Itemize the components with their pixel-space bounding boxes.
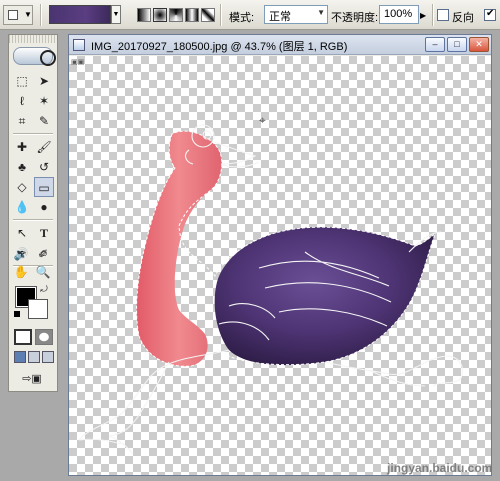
history-brush-icon[interactable]: ↺: [34, 157, 54, 177]
angle-gradient-button[interactable]: [169, 8, 183, 22]
default-colors-icon[interactable]: [14, 311, 20, 317]
notes-icon[interactable]: 🔊: [11, 244, 31, 264]
gradient-tool-icon: [8, 10, 18, 20]
radial-gradient-button[interactable]: [153, 8, 167, 22]
cursor-icon: ⌖: [259, 113, 266, 127]
slice-icon[interactable]: ✎: [34, 111, 54, 131]
ostrich-artwork: [78, 124, 464, 455]
jump-to-imageready-icon[interactable]: ⇨▣: [14, 369, 50, 389]
lasso-icon[interactable]: ℓ: [12, 91, 32, 111]
eraser-icon[interactable]: ◇: [12, 177, 32, 197]
healing-brush-icon[interactable]: ✚: [12, 137, 32, 157]
maximize-button[interactable]: □: [447, 37, 467, 52]
standard-screen-button[interactable]: [14, 351, 26, 363]
blend-mode-select[interactable]: 正常 ▼: [264, 5, 328, 24]
gradient-picker-dropdown[interactable]: ▼: [111, 5, 121, 24]
background-color[interactable]: [28, 299, 48, 319]
separator: [220, 4, 222, 26]
type-icon[interactable]: T: [34, 223, 54, 243]
reverse-checkbox[interactable]: [437, 9, 449, 21]
move-icon[interactable]: ➤: [34, 71, 54, 91]
chevron-down-icon: ▼: [24, 10, 32, 19]
full-screen-menu-button[interactable]: [28, 351, 40, 363]
reflected-gradient-button[interactable]: [185, 8, 199, 22]
chevron-down-icon: ▼: [317, 8, 325, 17]
minimize-button[interactable]: –: [425, 37, 445, 52]
zoom-icon[interactable]: 🔍: [33, 262, 53, 282]
quick-mask-button[interactable]: [35, 329, 53, 345]
separator: [432, 4, 434, 26]
opacity-arrow-icon[interactable]: ▶: [420, 11, 426, 20]
opacity-label: 不透明度:: [331, 12, 379, 24]
clone-stamp-icon[interactable]: ♣: [12, 157, 32, 177]
dodge-icon[interactable]: ●: [34, 197, 54, 217]
separator: [40, 4, 42, 26]
canvas[interactable]: ▣▣ ⌖ jingyan.baidu.com: [69, 56, 491, 475]
watermark-text: jingyan.baidu.com: [387, 461, 491, 475]
linear-gradient-button[interactable]: [137, 8, 151, 22]
gradient-preview[interactable]: [49, 5, 111, 24]
document-title: IMG_20170927_180500.jpg @ 43.7% (图层 1, R…: [91, 41, 348, 53]
marquee-icon[interactable]: ⬚: [12, 71, 32, 91]
gradient-icon[interactable]: ▭: [34, 177, 54, 197]
opacity-input[interactable]: 100%: [379, 5, 419, 24]
separator: [13, 133, 53, 135]
eyedropper-icon[interactable]: ✐: [33, 244, 53, 264]
blend-mode-value: 正常: [269, 11, 291, 23]
blur-icon[interactable]: 💧: [12, 197, 32, 217]
ostrich-body: [214, 227, 435, 366]
app-logo[interactable]: [13, 47, 56, 66]
diamond-gradient-button[interactable]: [201, 8, 215, 22]
magic-wand-icon[interactable]: ✶: [34, 91, 54, 111]
mode-label: 模式:: [229, 12, 255, 24]
full-screen-button[interactable]: [42, 351, 54, 363]
tool-preset-picker[interactable]: ▼: [3, 5, 33, 25]
document-window: IMG_20170927_180500.jpg @ 43.7% (图层 1, R…: [68, 34, 492, 476]
dither-checkbox[interactable]: [484, 8, 496, 21]
path-selection-icon[interactable]: ↖: [12, 223, 32, 243]
reverse-label: 反向: [452, 12, 474, 24]
tools-panel: ⬚ ➤ ℓ ✶ ⌗ ✎ ✚ 🖌 ♣ ↺ ◇ ▭ 💧 ● ↖ T ✒ ○ ⤾ ⇨▣: [8, 34, 58, 392]
panel-grip[interactable]: [9, 35, 57, 43]
separator: [13, 219, 53, 221]
crop-icon[interactable]: ⌗: [12, 111, 32, 131]
swap-colors-icon[interactable]: ⤾: [37, 283, 51, 295]
close-button[interactable]: ✕: [469, 37, 489, 52]
opacity-value: 100%: [384, 8, 413, 20]
options-bar: ▼ ▼ 模式: 正常 ▼ 不透明度: 100% ▶ 反向: [0, 0, 500, 30]
hand-icon[interactable]: ✋: [11, 262, 31, 282]
ostrich-neck: [136, 131, 222, 367]
standard-mode-button[interactable]: [14, 329, 32, 345]
brush-icon[interactable]: 🖌: [34, 137, 54, 157]
document-titlebar[interactable]: IMG_20170927_180500.jpg @ 43.7% (图层 1, R…: [69, 35, 491, 55]
document-icon: [73, 39, 85, 51]
